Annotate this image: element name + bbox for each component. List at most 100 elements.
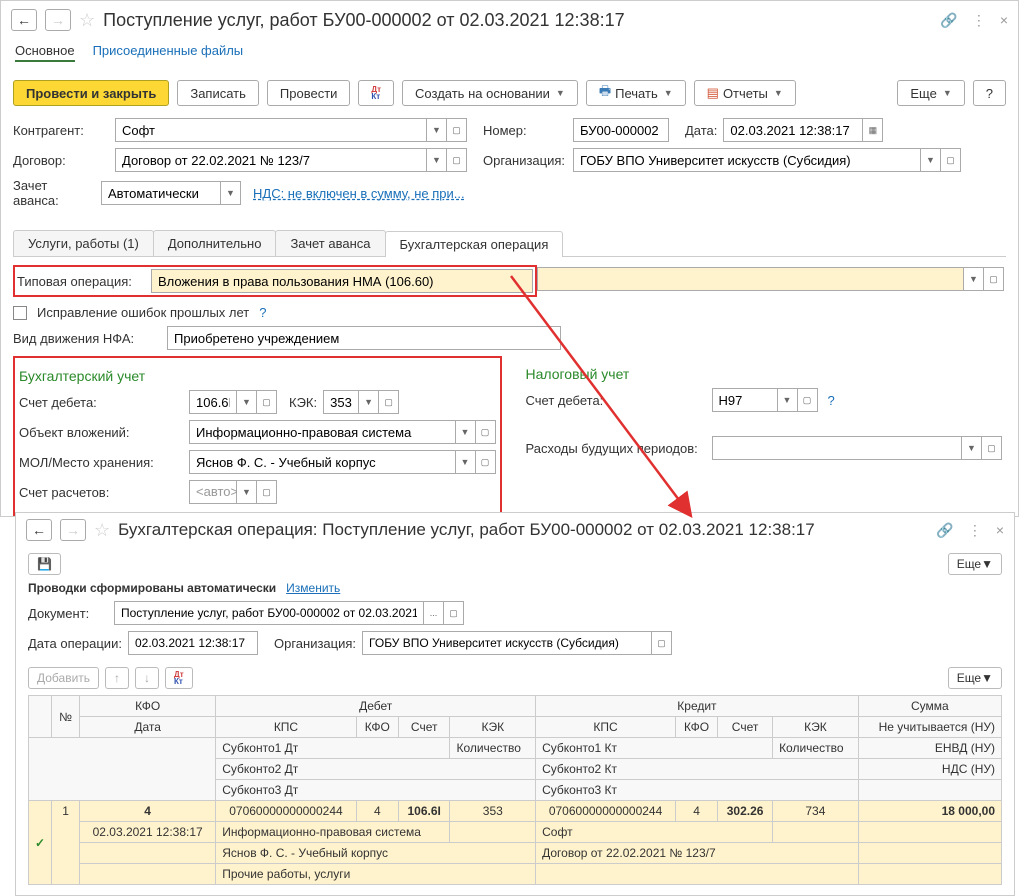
number-input[interactable] [573, 118, 669, 142]
save-button[interactable]: Записать [177, 80, 259, 106]
settle-label: Счет расчетов: [19, 485, 183, 500]
vat-link[interactable]: НДС: не включен в сумму, не при... [253, 186, 465, 201]
dtkt-button[interactable]: ДтКт [358, 80, 394, 106]
postings-table[interactable]: № КФО Дебет Кредит Сумма Дата КПС КФО Сч… [28, 695, 1002, 885]
typical-op-input[interactable] [151, 269, 533, 293]
contract-input[interactable] [115, 148, 427, 172]
window-title-2: Бухгалтерская операция: Поступление услу… [118, 520, 928, 540]
add-button[interactable]: Добавить [28, 667, 99, 689]
tab-services[interactable]: Услуги, работы (1) [13, 230, 154, 256]
debit-account-input[interactable] [189, 390, 237, 414]
tab-advance[interactable]: Зачет аванса [275, 230, 385, 256]
debit-dd-icon[interactable]: ▼ [237, 390, 257, 414]
back-button-2[interactable]: ← [26, 519, 52, 541]
nu-debit-input[interactable] [712, 388, 778, 412]
mol-dd-icon[interactable]: ▼ [456, 450, 476, 474]
settle-input[interactable]: <авто> [189, 480, 237, 504]
org-label: Организация: [483, 153, 567, 168]
mol-input[interactable] [189, 450, 456, 474]
col-nu: Не учитывается (НУ) [858, 717, 1001, 738]
object-label: Объект вложений: [19, 425, 183, 440]
typical-op-open-icon[interactable]: ▢ [984, 267, 1004, 291]
move-up-button[interactable]: ↑ [105, 667, 129, 689]
reports-button[interactable]: ▤Отчеты▼ [694, 80, 796, 106]
col-date: Дата [80, 717, 216, 738]
nu-help-icon[interactable]: ? [828, 393, 835, 408]
contract-open-icon[interactable]: ▢ [447, 148, 467, 172]
counterparty-open-icon[interactable]: ▢ [447, 118, 467, 142]
object-input[interactable] [189, 420, 456, 444]
doc-ellipsis-icon[interactable]: ... [424, 601, 444, 625]
kek-dd-icon[interactable]: ▼ [359, 390, 379, 414]
more-button[interactable]: Еще▼ [897, 80, 964, 106]
col-kps-k: КПС [536, 717, 676, 738]
forward-button[interactable]: → [45, 9, 71, 31]
kek-input[interactable] [323, 390, 359, 414]
counterparty-input[interactable] [115, 118, 427, 142]
create-based-button[interactable]: Создать на основании▼ [402, 80, 578, 106]
org-input[interactable] [573, 148, 921, 172]
col-nds: НДС (НУ) [858, 759, 1001, 780]
doc-open-icon[interactable]: ▢ [444, 601, 464, 625]
col-sub1k: Субконто1 Кт [536, 738, 773, 759]
advance-input[interactable] [101, 181, 221, 205]
post-button[interactable]: Провести [267, 80, 351, 106]
settle-open-icon[interactable]: ▢ [257, 480, 277, 504]
org-dd-icon[interactable]: ▼ [921, 148, 941, 172]
advance-dd-icon[interactable]: ▼ [221, 181, 241, 205]
posting-row[interactable]: ✓ 1 4 07060000000000244 4 106.6I 353 070… [29, 801, 1002, 822]
menu-icon-2[interactable]: ⋮ [968, 522, 982, 539]
section-nav: Основное Присоединенные файлы [1, 39, 1018, 72]
nu-debit-dd-icon[interactable]: ▼ [778, 388, 798, 412]
date-input[interactable] [723, 118, 863, 142]
help-icon[interactable]: ? [259, 305, 266, 320]
edit-link[interactable]: Изменить [286, 581, 340, 595]
back-button[interactable]: ← [11, 9, 37, 31]
calendar-icon[interactable]: ▦ [863, 118, 883, 142]
nfa-input [167, 326, 561, 350]
post-close-button[interactable]: Провести и закрыть [13, 80, 169, 106]
link-icon[interactable]: 🔗 [940, 12, 957, 29]
close-icon[interactable]: × [1000, 12, 1008, 29]
close-icon-2[interactable]: × [996, 522, 1004, 539]
fix-errors-checkbox[interactable] [13, 306, 27, 320]
debit-open-icon[interactable]: ▢ [257, 390, 277, 414]
tab-accounting[interactable]: Бухгалтерская операция [385, 231, 564, 257]
favorite-icon-2[interactable]: ☆ [94, 520, 110, 541]
object-dd-icon[interactable]: ▼ [456, 420, 476, 444]
nav-attached[interactable]: Присоединенные файлы [93, 43, 244, 62]
org-label-2: Организация: [274, 636, 356, 651]
typical-op-dd-icon[interactable]: ▼ [964, 267, 984, 291]
future-input[interactable] [712, 436, 963, 460]
kek-open-icon[interactable]: ▢ [379, 390, 399, 414]
tab-additional[interactable]: Дополнительно [153, 230, 277, 256]
nu-debit-open-icon[interactable]: ▢ [798, 388, 818, 412]
object-open-icon[interactable]: ▢ [476, 420, 496, 444]
bu-title: Бухгалтерский учет [19, 362, 496, 390]
org-open-icon-2[interactable]: ▢ [652, 631, 672, 655]
org-input-2[interactable] [362, 631, 652, 655]
print-button[interactable]: 🖶Печать▼ [586, 80, 686, 106]
counterparty-dd-icon[interactable]: ▼ [427, 118, 447, 142]
settle-dd-icon[interactable]: ▼ [237, 480, 257, 504]
move-down-button[interactable]: ↓ [135, 667, 159, 689]
menu-icon[interactable]: ⋮ [972, 12, 986, 29]
more-button-2[interactable]: Еще ▼ [948, 553, 1002, 575]
help-button[interactable]: ? [973, 80, 1006, 106]
save-button-2[interactable]: 💾 [28, 553, 61, 575]
future-open-icon[interactable]: ▢ [982, 436, 1002, 460]
contract-dd-icon[interactable]: ▼ [427, 148, 447, 172]
doc-input[interactable] [114, 601, 424, 625]
org-open-icon[interactable]: ▢ [941, 148, 961, 172]
future-dd-icon[interactable]: ▼ [962, 436, 982, 460]
more-button-3[interactable]: Еще ▼ [948, 667, 1002, 689]
dtkt-button-2[interactable]: ДтКт [165, 667, 193, 689]
opdate-input[interactable] [128, 631, 258, 655]
link-icon-2[interactable]: 🔗 [936, 522, 953, 539]
fix-errors-label: Исправление ошибок прошлых лет [37, 305, 249, 320]
nav-main[interactable]: Основное [15, 43, 75, 62]
forward-button-2[interactable]: → [60, 519, 86, 541]
col-sub1d: Субконто1 Дт [216, 738, 450, 759]
mol-open-icon[interactable]: ▢ [476, 450, 496, 474]
favorite-icon[interactable]: ☆ [79, 10, 95, 31]
